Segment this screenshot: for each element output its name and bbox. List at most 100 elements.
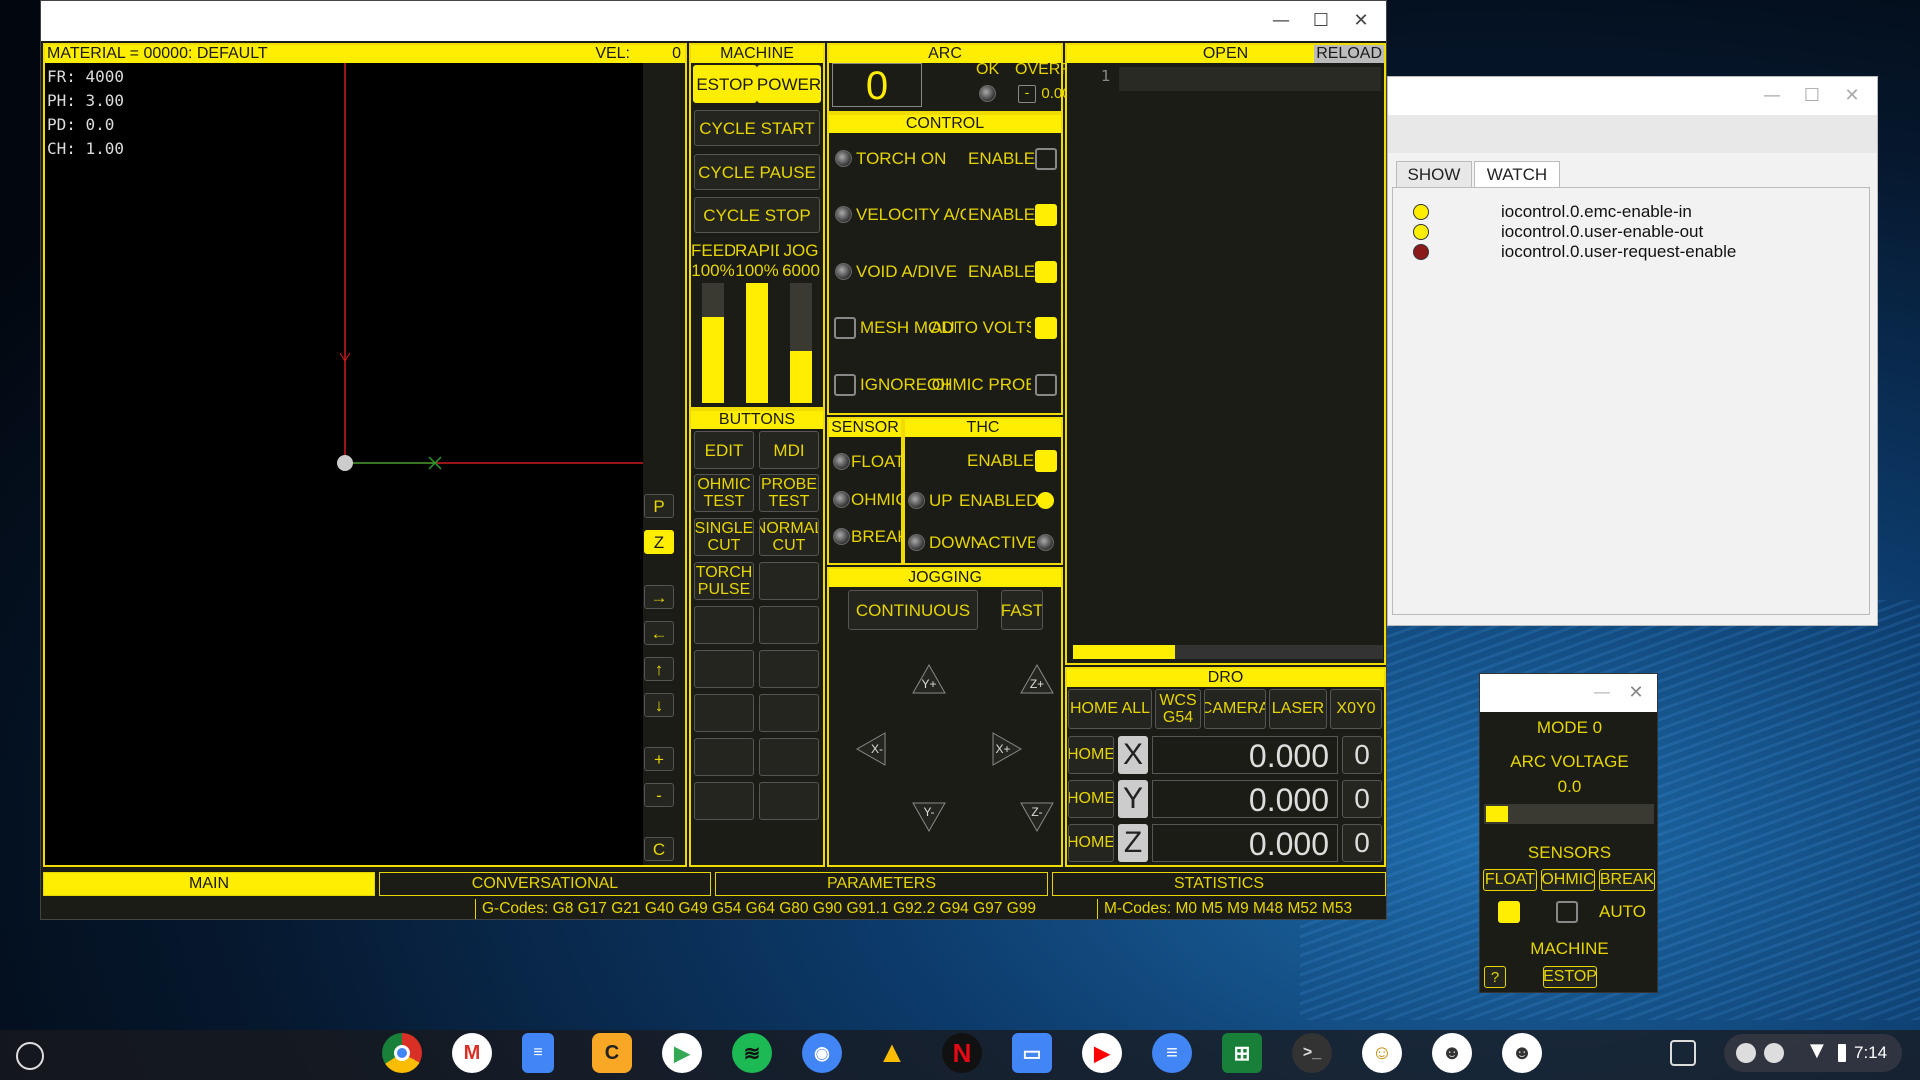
sheets-icon[interactable]: ⊞ <box>1222 1033 1262 1073</box>
continuous-jog-button[interactable]: CONTINUOUS <box>848 590 978 630</box>
jog-z-plus-button[interactable]: Z+ <box>1020 663 1054 694</box>
jog-y-minus-button[interactable]: Y- <box>912 802 946 833</box>
pan-left-button[interactable]: ← <box>644 621 674 645</box>
open-button[interactable]: OPEN <box>1203 45 1248 62</box>
jog-x-plus-button[interactable]: X+ <box>992 732 1023 766</box>
user-button-8[interactable] <box>759 694 819 732</box>
zero-y-button[interactable]: 0 <box>1342 780 1382 818</box>
jog-z-minus-button[interactable]: Z- <box>1020 802 1054 833</box>
arc-voltage-slider[interactable] <box>1484 804 1654 824</box>
launcher-button[interactable] <box>16 1042 44 1070</box>
terminal-icon[interactable]: >_ <box>1292 1033 1332 1073</box>
tab-show[interactable]: SHOW <box>1396 161 1472 187</box>
tab-parameters[interactable]: PARAMETERS <box>715 872 1048 896</box>
tab-statistics[interactable]: STATISTICS <box>1052 872 1386 896</box>
jog-x-minus-button[interactable]: X- <box>855 732 886 766</box>
edit-button[interactable]: EDIT <box>694 431 754 469</box>
clipboard-icon[interactable] <box>1670 1040 1696 1066</box>
feed-slider[interactable] <box>702 283 724 403</box>
cycle-pause-button[interactable]: CYCLE PAUSE <box>694 154 820 190</box>
home-z-button[interactable]: HOME <box>1068 824 1114 862</box>
chrome-icon[interactable] <box>382 1033 422 1073</box>
sim-auto-checkbox[interactable] <box>1556 901 1578 923</box>
user-button-10[interactable] <box>759 738 819 776</box>
fast-jog-button[interactable]: FAST <box>1001 590 1043 630</box>
torch-enable-checkbox[interactable] <box>1035 148 1057 170</box>
power-button[interactable]: POWER <box>757 65 821 103</box>
camera-button[interactable]: CAMERA <box>1204 689 1266 729</box>
override-minus-button[interactable]: - <box>1018 85 1036 103</box>
netflix-icon[interactable]: N <box>942 1033 982 1073</box>
laser-button[interactable]: LASER <box>1269 689 1327 729</box>
probe-test-button[interactable]: PROBE TEST <box>759 474 819 512</box>
camera-icon[interactable]: ◉ <box>802 1033 842 1073</box>
ohmic-test-button[interactable]: OHMIC TEST <box>694 474 754 512</box>
cycle-stop-button[interactable]: CYCLE STOP <box>694 197 820 233</box>
user-button-4[interactable] <box>759 606 819 644</box>
maximize-button[interactable]: ☐ <box>1306 7 1336 35</box>
sim-ohmic-button[interactable]: OHMIC <box>1541 869 1595 891</box>
linux-app-icon[interactable]: ☺ <box>1362 1033 1402 1073</box>
gcode-editor[interactable] <box>1119 67 1381 91</box>
zero-z-button[interactable]: 0 <box>1342 824 1382 862</box>
sim-help-button[interactable]: ? <box>1484 966 1506 988</box>
gmail-icon[interactable]: M <box>452 1033 492 1073</box>
sim-minimize-button[interactable]: — <box>1587 679 1617 707</box>
tab-conversational[interactable]: CONVERSATIONAL <box>379 872 711 896</box>
c-app-icon[interactable]: C <box>592 1033 632 1073</box>
x0y0-button[interactable]: X0Y0 <box>1330 689 1382 729</box>
docs-icon[interactable]: ≡ <box>522 1033 554 1073</box>
user-button-11[interactable] <box>694 782 754 820</box>
rapid-slider[interactable] <box>746 283 768 403</box>
sim-ok-checkbox[interactable] <box>1498 901 1520 923</box>
clear-button[interactable]: C <box>644 837 674 861</box>
sim-estop-button[interactable]: ESTOP <box>1543 966 1597 988</box>
user-button-9[interactable] <box>694 738 754 776</box>
halshow-minimize-button[interactable]: — <box>1757 82 1787 110</box>
zoom-out-button[interactable]: - <box>644 783 674 807</box>
arc-voltage-slider-handle[interactable] <box>1486 806 1508 822</box>
mdi-button[interactable]: MDI <box>759 431 819 469</box>
home-all-button[interactable]: HOME ALL <box>1068 689 1152 729</box>
jog-slider[interactable] <box>790 283 812 403</box>
system-tray[interactable]: ▼ 7:14 <box>1724 1034 1902 1072</box>
drive-icon[interactable]: ▲ <box>872 1033 912 1073</box>
reload-button[interactable]: RELOAD <box>1314 45 1384 63</box>
sim-close-button[interactable]: ✕ <box>1621 679 1651 707</box>
torch-pulse-button[interactable]: TORCH PULSE <box>694 562 754 600</box>
penguin2-app-icon[interactable]: ☻ <box>1502 1033 1542 1073</box>
youtube-icon[interactable]: ▶ <box>1082 1033 1122 1073</box>
mesh-mode-checkbox[interactable] <box>834 317 856 339</box>
pan-down-button[interactable]: ↓ <box>644 693 674 717</box>
play-store-icon[interactable]: ▶ <box>662 1033 702 1073</box>
velocity-enable-checkbox[interactable] <box>1035 204 1057 226</box>
sim-float-button[interactable]: FLOAT <box>1483 869 1537 891</box>
estop-button[interactable]: ESTOP <box>693 65 757 103</box>
penguin-app-icon[interactable]: ☻ <box>1432 1033 1472 1073</box>
ignore-ok-checkbox[interactable] <box>834 374 856 396</box>
user-button-12[interactable] <box>759 782 819 820</box>
single-cut-button[interactable]: SINGLE CUT <box>694 518 754 556</box>
zero-x-button[interactable]: 0 <box>1342 736 1382 774</box>
messages-icon[interactable]: ≡ <box>1152 1033 1192 1073</box>
pan-up-button[interactable]: ↑ <box>644 657 674 681</box>
user-button-2[interactable] <box>759 562 819 600</box>
minimize-button[interactable]: — <box>1266 7 1296 35</box>
cycle-start-button[interactable]: CYCLE START <box>694 110 820 146</box>
user-button-7[interactable] <box>694 694 754 732</box>
jog-y-plus-button[interactable]: Y+ <box>912 663 946 694</box>
home-y-button[interactable]: HOME <box>1068 780 1114 818</box>
home-x-button[interactable]: HOME <box>1068 736 1114 774</box>
view-z-button[interactable]: Z <box>644 530 674 554</box>
halshow-close-button[interactable]: ✕ <box>1837 82 1867 110</box>
normal-cut-button[interactable]: NORMALCUT <box>759 518 819 556</box>
auto-volts-checkbox[interactable] <box>1035 317 1057 339</box>
ohmic-probe-checkbox[interactable] <box>1035 374 1057 396</box>
user-button-5[interactable] <box>694 650 754 688</box>
wcs-button[interactable]: WCS G54 <box>1155 689 1201 729</box>
view-p-button[interactable]: P <box>644 494 674 518</box>
toolpath-canvas[interactable] <box>45 63 645 863</box>
user-button-3[interactable] <box>694 606 754 644</box>
zoom-in-button[interactable]: + <box>644 747 674 771</box>
thc-enable-checkbox[interactable] <box>1035 450 1057 472</box>
